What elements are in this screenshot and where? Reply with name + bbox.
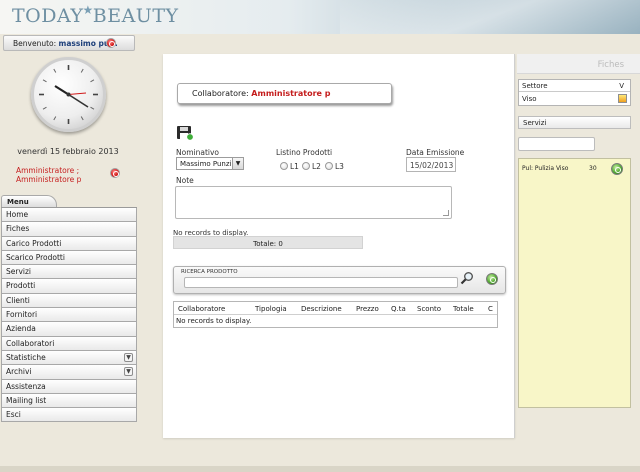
edit-icon[interactable] [618, 94, 627, 103]
current-date: venerdì 15 febbraio 2013 [17, 147, 119, 156]
menu-item-azienda[interactable]: Azienda [1, 322, 137, 337]
col-sconto[interactable]: Sconto [417, 305, 441, 313]
radio-l1-label: L1 [290, 162, 299, 171]
bottom-bar [0, 466, 640, 472]
menu-item-prodotti[interactable]: Prodotti [1, 279, 137, 294]
logout-icon[interactable] [106, 38, 116, 48]
grid-header: Collaboratore Tipologia Descrizione Prez… [174, 302, 497, 315]
products-grid: Collaboratore Tipologia Descrizione Prez… [173, 301, 498, 328]
logo-star-icon: ★ [82, 3, 94, 17]
collaboratore-bar[interactable]: Collaboratore: Amministratore p [177, 83, 392, 104]
app-header: TODAY★BEAUTY [0, 0, 640, 34]
collaboratore-label: Collaboratore: [192, 89, 252, 98]
chevron-down-icon[interactable]: ▼ [124, 352, 133, 362]
service-item-qty: 30 [589, 165, 597, 172]
menu-item-collaboratori[interactable]: Collaboratori [1, 336, 137, 351]
col-descrizione[interactable]: Descrizione [301, 305, 342, 313]
analog-clock [31, 57, 106, 132]
main-menu: Home Fiches Carico Prodotti Scarico Prod… [1, 207, 137, 423]
chevron-down-icon[interactable]: ▼ [124, 367, 133, 377]
menu-item-statistiche[interactable]: Statistiche ▼ [1, 350, 137, 366]
nominativo-select[interactable]: Massimo Punzino ▼ [176, 157, 244, 170]
services-list: Pul: Pulizia Viso 30 [518, 158, 631, 408]
settore-value: Viso [522, 95, 537, 103]
welcome-label: Benvenuto: [13, 39, 59, 48]
settore-v-label: V [619, 82, 624, 90]
menu-tab[interactable]: Menu [1, 195, 57, 207]
menu-item-fiches[interactable]: Fiches [1, 222, 137, 237]
add-service-icon[interactable] [611, 163, 623, 175]
col-c[interactable]: C [488, 305, 493, 313]
col-prezzo[interactable]: Prezzo [356, 305, 379, 313]
fiches-tab[interactable]: Fiches [517, 54, 640, 74]
add-product-icon[interactable] [486, 273, 498, 285]
search-icon[interactable] [460, 271, 474, 285]
role-line-2: Amministratore p [16, 175, 82, 184]
data-emissione-label: Data Emissione [406, 148, 465, 157]
ricerca-input[interactable] [184, 277, 458, 288]
menu-item-esci[interactable]: Esci [1, 408, 137, 423]
menu-item-clienti[interactable]: Clienti [1, 293, 137, 309]
dropdown-arrow-icon[interactable]: ▼ [232, 158, 243, 169]
radio-l2[interactable] [302, 162, 310, 170]
menu-item-mailing-list[interactable]: Mailing list [1, 393, 137, 409]
note-textarea[interactable] [175, 186, 452, 219]
note-label: Note [176, 176, 194, 185]
header-decoration [340, 0, 640, 34]
role-line-1: Amministratore ; [16, 166, 80, 175]
radio-l3[interactable] [325, 162, 333, 170]
settore-row[interactable]: Viso [519, 92, 630, 105]
menu-item-home[interactable]: Home [1, 208, 137, 223]
grid-empty-row: No records to display. [176, 317, 252, 325]
menu-item-fornitori[interactable]: Fornitori [1, 308, 137, 323]
fiches-tab-label: Fiches [597, 60, 624, 70]
servizi-input[interactable] [518, 137, 595, 151]
menu-item-archivi[interactable]: Archivi ▼ [1, 365, 137, 380]
radio-l2-label: L2 [312, 162, 321, 171]
col-qta[interactable]: Q.ta [391, 305, 406, 313]
data-emissione-field[interactable]: 15/02/2013 [406, 157, 456, 172]
collaboratore-value: Amministratore p [251, 89, 331, 98]
service-item-label[interactable]: Pul: Pulizia Viso [522, 165, 568, 172]
col-totale[interactable]: Totale [453, 305, 474, 313]
app-logo: TODAY★BEAUTY [12, 3, 179, 27]
col-tipologia[interactable]: Tipologia [255, 305, 287, 313]
settore-header: Settore V [519, 80, 630, 92]
settore-header-label: Settore [522, 82, 548, 90]
role-logout-icon[interactable] [110, 168, 120, 178]
radio-l1[interactable] [280, 162, 288, 170]
radio-l3-label: L3 [335, 162, 344, 171]
nominativo-label: Nominativo [176, 148, 219, 157]
settore-grid: Settore V Viso [518, 79, 631, 106]
save-icon[interactable] [176, 125, 194, 141]
menu-item-scarico-prodotti[interactable]: Scarico Prodotti [1, 250, 137, 266]
totale-bar: Totale: 0 [173, 236, 363, 249]
ricerca-prodotto-box: RICERCA PRODOTTO [173, 266, 506, 294]
menu-item-assistenza[interactable]: Assistenza [1, 379, 137, 394]
menu-item-carico-prodotti[interactable]: Carico Prodotti [1, 236, 137, 251]
menu-item-servizi[interactable]: Servizi [1, 265, 137, 280]
col-collaboratore[interactable]: Collaboratore [178, 305, 225, 313]
ricerca-label: RICERCA PRODOTTO [181, 269, 238, 275]
servizi-header: Servizi [518, 116, 631, 129]
listino-label: Listino Prodotti [276, 148, 333, 157]
